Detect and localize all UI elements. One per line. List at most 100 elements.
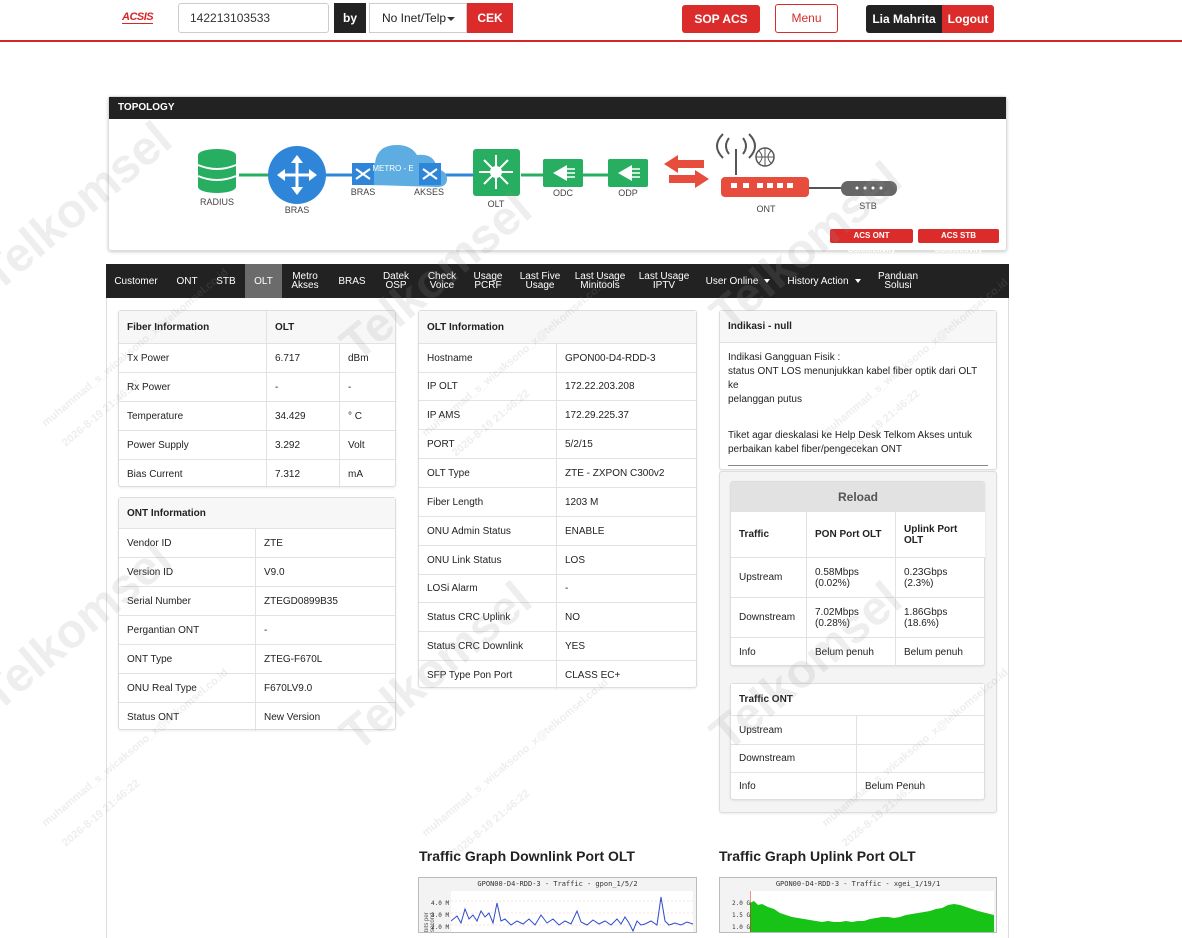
node-label-akses: AKSES <box>413 187 444 197</box>
row-value: 3.292 <box>266 431 339 459</box>
table-row: Pergantian ONT - <box>119 615 395 644</box>
tab-ont-label: ONT <box>176 275 198 287</box>
row-label: Hostname <box>427 352 473 364</box>
row-label: LOSi Alarm <box>427 583 478 594</box>
top-navbar: ACSIS by No Inet/Telp CEK SOP ACS Menu L… <box>0 0 1182 42</box>
tab-ont[interactable]: ONT <box>168 264 206 298</box>
row-value: New Version <box>255 703 396 731</box>
user-name-button[interactable]: Lia Mahrita <box>866 5 942 33</box>
indikasi-header: Indikasi - null <box>720 311 996 343</box>
los-arrows-icon <box>664 155 709 188</box>
downlink-plot <box>451 891 693 932</box>
table-row: Status ONT New Version <box>119 702 395 731</box>
acsis-logo[interactable]: ACSIS <box>122 11 154 24</box>
tab-user-online[interactable]: User Online <box>702 264 774 298</box>
tab-stb[interactable]: STB <box>206 264 246 298</box>
header-cell: Fiber Information <box>127 321 210 333</box>
row-label: IP OLT <box>427 381 458 392</box>
uplink-graph-caption: GPON00-D4-RDD-3 - Traffic - xgei_1/19/1 <box>775 880 941 888</box>
table-row: Vendor ID ZTE <box>119 528 395 557</box>
tab-check-voice[interactable]: Check Voice <box>422 264 462 298</box>
table-row: Downstream <box>731 744 984 772</box>
indikasi-line: pelanggan putus <box>728 394 802 405</box>
table-row: Tx Power 6.717 dBm <box>119 343 395 372</box>
y-tick-label: 2.0 M <box>431 924 450 931</box>
table-row: IP AMS 172.29.225.37 <box>419 400 696 429</box>
row-label: IP AMS <box>427 409 461 421</box>
logout-button[interactable]: Logout <box>942 5 994 33</box>
row-label: ONT Type <box>127 653 173 665</box>
acs-ont-connectivity-button[interactable]: ACS ONT Connectivity <box>830 229 913 254</box>
tab-bras[interactable]: BRAS <box>332 264 372 298</box>
row-unit: dBm <box>339 344 396 372</box>
tab-last-five-usage[interactable]: Last Five Usage <box>516 264 564 298</box>
row-value: F670LV9.0 <box>255 674 396 702</box>
tab-pcrf-label: PCRF <box>474 280 502 291</box>
node-label-bras: BRAS <box>284 205 310 215</box>
downlink-graph-caption: GPON00-D4-RDD-3 - Traffic - gpon_1/5/2 <box>477 880 638 888</box>
row-label: Power Supply <box>127 439 189 451</box>
tab-voice-label: Voice <box>429 280 455 291</box>
row-label: Info <box>739 781 756 792</box>
uplink-traffic-graph: GPON00-D4-RDD-3 - Traffic - xgei_1/19/1 … <box>719 877 997 933</box>
topology-panel: TOPOLOGY RADIUS BRAS BRAS METRO - E AKSE… <box>108 96 1007 254</box>
row-value: NO <box>556 603 697 631</box>
tab-usage-pcrf[interactable]: Usage PCRF <box>468 264 508 298</box>
table-row: LOSi Alarm - <box>419 574 696 602</box>
row-value: 34.429 <box>266 402 339 430</box>
tab-datek-osp[interactable]: Datek OSP <box>376 264 416 298</box>
sop-acs-button[interactable]: SOP ACS <box>682 5 760 33</box>
tab-olt-label: OLT <box>254 275 273 287</box>
search-input[interactable] <box>178 3 329 33</box>
acs-stb-connectivity-button[interactable]: ACS STB Connectivity <box>918 229 999 254</box>
radius-db-icon <box>197 149 237 193</box>
ont-router-icon <box>716 133 809 197</box>
tab-panduan-solusi[interactable]: Panduan Solusi <box>876 264 920 298</box>
row-value: 7.312 <box>266 460 339 488</box>
uplink-percent: (18.6%) <box>904 617 940 629</box>
row-value: - <box>266 373 339 401</box>
tab-solusi-label: Solusi <box>884 280 912 291</box>
row-label: Pergantian ONT <box>127 624 200 636</box>
header-cell: Traffic ONT <box>739 694 793 705</box>
row-label: ONU Real Type <box>127 682 197 694</box>
row-unit: mA <box>339 460 396 488</box>
row-label: Upstream <box>739 572 783 583</box>
tab-last-usage-minitools[interactable]: Last Usage Minitools <box>572 264 628 298</box>
row-value: ENABLE <box>556 517 697 545</box>
menu-button[interactable]: Menu <box>775 4 838 33</box>
tab-iptv-label: IPTV <box>652 280 676 291</box>
cek-button[interactable]: CEK <box>467 3 513 33</box>
tab-customer[interactable]: Customer <box>110 264 162 298</box>
table-row: Temperature 34.429 ° C <box>119 401 395 430</box>
pon-percent: (0.28%) <box>815 617 851 629</box>
table-row: Upstream 0.58Mbps (0.02%) 0.23Gbps (2.3%) <box>731 557 985 597</box>
indikasi-body: Indikasi Gangguan Fisik : status ONT LOS… <box>728 351 990 466</box>
tab-last-usage-iptv[interactable]: Last Usage IPTV <box>636 264 692 298</box>
table-row: Status CRC Downlink YES <box>419 631 696 660</box>
row-label: Downstream <box>739 753 796 764</box>
row-label: Downstream <box>739 612 796 623</box>
uplink-plot <box>750 891 994 932</box>
row-unit: Volt <box>339 431 396 459</box>
indikasi-panel: Indikasi - null Indikasi Gangguan Fisik … <box>719 310 997 470</box>
table-header-row: ONT Information <box>119 498 395 528</box>
header-cell: Uplink Port OLT <box>895 512 985 557</box>
y-tick-label: 1.5 G <box>732 912 751 919</box>
downlink-traffic-graph: GPON00-D4-RDD-3 - Traffic - gpon_1/5/2 b… <box>418 877 697 933</box>
divider <box>728 465 988 466</box>
table-row: Info Belum penuh Belum penuh <box>731 637 985 666</box>
node-label-ont: ONT <box>756 204 776 214</box>
tab-history-action[interactable]: History Action <box>784 264 864 298</box>
search-mode-select[interactable]: No Inet/Telp <box>369 3 467 33</box>
olt-information-table: OLT Information Hostname GPON00-D4-RDD-3 … <box>418 310 697 689</box>
table-row: Rx Power - - <box>119 372 395 401</box>
node-label-olt: OLT <box>487 199 505 209</box>
reload-button[interactable]: Reload <box>731 482 985 512</box>
row-label: Status CRC Uplink <box>427 611 511 623</box>
row-value: - <box>255 616 396 644</box>
row-label: Serial Number <box>127 595 191 607</box>
tab-metro-akses[interactable]: Metro Akses <box>284 264 326 298</box>
table-row: IP OLT 172.22.203.208 <box>419 372 696 400</box>
tab-olt[interactable]: OLT <box>245 264 282 298</box>
